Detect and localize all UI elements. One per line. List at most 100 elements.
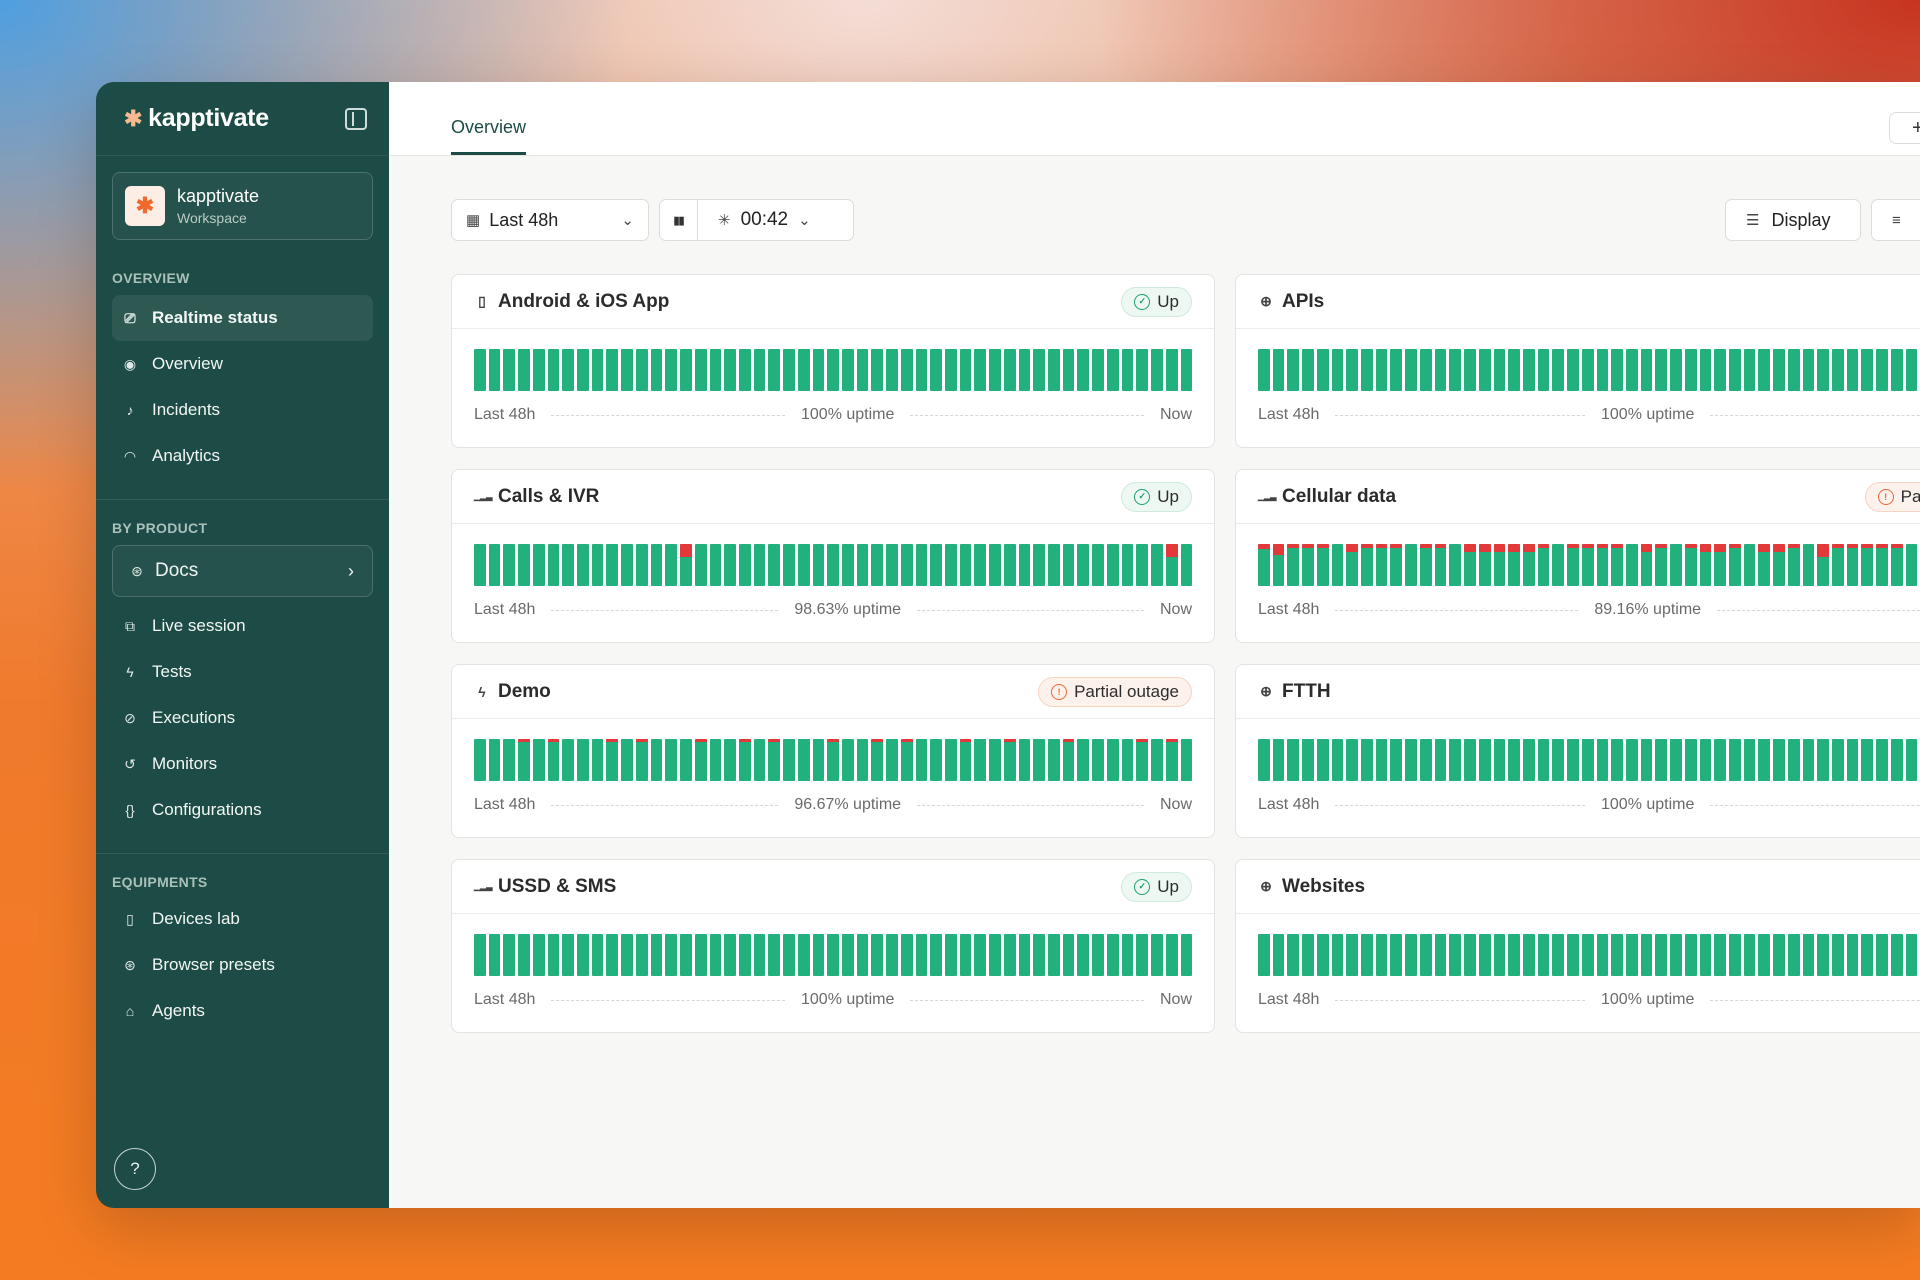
uptime-bar[interactable] <box>915 349 928 391</box>
uptime-bar[interactable] <box>1478 934 1491 976</box>
uptime-bar[interactable] <box>738 349 751 391</box>
uptime-bar[interactable] <box>503 349 516 391</box>
uptime-bar[interactable] <box>1136 544 1149 586</box>
refresh-timer-select[interactable]: ✳ 00:42 ⌄ <box>698 209 853 231</box>
uptime-bar[interactable] <box>930 349 942 391</box>
uptime-bar[interactable] <box>1684 544 1697 586</box>
uptime-bar[interactable] <box>1180 934 1193 976</box>
uptime-bar[interactable] <box>797 544 810 586</box>
uptime-bar[interactable] <box>841 544 854 586</box>
uptime-bar[interactable] <box>1522 739 1535 781</box>
uptime-bar[interactable] <box>1136 349 1149 391</box>
uptime-bar[interactable] <box>1522 934 1535 976</box>
sidebar-item-configurations[interactable]: {} Configurations <box>112 787 373 833</box>
uptime-bar[interactable] <box>827 739 839 781</box>
uptime-bar[interactable] <box>1861 349 1874 391</box>
sidebar-item-browser-presets[interactable]: ⊛ Browser presets <box>112 942 373 988</box>
uptime-bar[interactable] <box>606 349 619 391</box>
uptime-bar[interactable] <box>1121 934 1134 976</box>
uptime-bar[interactable] <box>1272 739 1285 781</box>
uptime-bar[interactable] <box>959 934 972 976</box>
uptime-bar[interactable] <box>474 349 486 391</box>
uptime-bar[interactable] <box>694 934 707 976</box>
sidebar-item-monitors[interactable]: ↺ Monitors <box>112 741 373 787</box>
uptime-bar[interactable] <box>591 349 604 391</box>
uptime-bar[interactable] <box>694 349 707 391</box>
uptime-bar[interactable] <box>1316 544 1329 586</box>
uptime-bar[interactable] <box>1655 934 1668 976</box>
uptime-bar[interactable] <box>1758 934 1771 976</box>
uptime-bar[interactable] <box>738 544 751 586</box>
uptime-bar[interactable] <box>783 349 795 391</box>
uptime-bar[interactable] <box>1106 544 1119 586</box>
uptime-bar[interactable] <box>1361 544 1373 586</box>
uptime-bar[interactable] <box>1018 349 1031 391</box>
filter-button[interactable]: ≡ <box>1871 199 1920 241</box>
uptime-bar[interactable] <box>1537 934 1550 976</box>
uptime-bar[interactable] <box>1861 544 1874 586</box>
workspace-switcher[interactable]: ✱ kapptivate Workspace <box>112 172 373 240</box>
uptime-bar[interactable] <box>518 544 530 586</box>
uptime-bar[interactable] <box>621 349 633 391</box>
uptime-bar[interactable] <box>709 934 722 976</box>
uptime-bar[interactable] <box>518 739 530 781</box>
sidebar-item-realtime-status[interactable]: ⎚ Realtime status <box>112 295 373 341</box>
uptime-bar[interactable] <box>1287 934 1300 976</box>
uptime-bar[interactable] <box>1405 544 1417 586</box>
uptime-bar[interactable] <box>1478 739 1491 781</box>
uptime-bar[interactable] <box>827 544 839 586</box>
uptime-bar[interactable] <box>1003 739 1016 781</box>
uptime-bar[interactable] <box>1890 739 1903 781</box>
uptime-bar[interactable] <box>1165 739 1178 781</box>
uptime-bar[interactable] <box>1003 934 1016 976</box>
uptime-bar[interactable] <box>1361 349 1373 391</box>
uptime-bar[interactable] <box>1048 349 1060 391</box>
uptime-bar[interactable] <box>1375 934 1388 976</box>
uptime-bar[interactable] <box>503 739 516 781</box>
uptime-bar[interactable] <box>1165 349 1178 391</box>
uptime-bar[interactable] <box>1302 934 1314 976</box>
uptime-bar[interactable] <box>871 349 884 391</box>
uptime-bar[interactable] <box>900 349 913 391</box>
uptime-bar[interactable] <box>488 544 501 586</box>
uptime-bar[interactable] <box>1876 934 1888 976</box>
uptime-bar[interactable] <box>562 544 575 586</box>
uptime-bar[interactable] <box>724 739 736 781</box>
uptime-bar[interactable] <box>915 544 928 586</box>
uptime-bar[interactable] <box>974 739 987 781</box>
uptime-bar[interactable] <box>959 544 972 586</box>
uptime-bar[interactable] <box>1316 739 1329 781</box>
uptime-bar[interactable] <box>900 739 913 781</box>
uptime-bar[interactable] <box>812 544 825 586</box>
uptime-bar[interactable] <box>1165 934 1178 976</box>
uptime-bar[interactable] <box>1773 349 1785 391</box>
sidebar-collapse-icon[interactable] <box>345 107 367 130</box>
uptime-bar[interactable] <box>1106 349 1119 391</box>
uptime-bar[interactable] <box>694 739 707 781</box>
uptime-bar[interactable] <box>1890 544 1903 586</box>
uptime-bar[interactable] <box>621 739 633 781</box>
uptime-bar[interactable] <box>1890 934 1903 976</box>
uptime-bar[interactable] <box>680 934 692 976</box>
uptime-bar[interactable] <box>1699 349 1712 391</box>
uptime-bar[interactable] <box>1405 739 1417 781</box>
uptime-bar[interactable] <box>1048 739 1060 781</box>
uptime-bar[interactable] <box>1287 349 1300 391</box>
uptime-bar[interactable] <box>1316 349 1329 391</box>
uptime-bar[interactable] <box>871 934 884 976</box>
uptime-bar[interactable] <box>474 739 486 781</box>
uptime-bar[interactable] <box>1419 544 1432 586</box>
uptime-bar[interactable] <box>989 934 1001 976</box>
uptime-bar[interactable] <box>1092 544 1104 586</box>
uptime-bar[interactable] <box>1180 349 1193 391</box>
uptime-bar[interactable] <box>1258 544 1270 586</box>
uptime-bar[interactable] <box>532 544 545 586</box>
uptime-bar[interactable] <box>1832 934 1844 976</box>
uptime-bar[interactable] <box>1062 544 1075 586</box>
uptime-bar[interactable] <box>1258 739 1270 781</box>
uptime-bar[interactable] <box>1048 934 1060 976</box>
uptime-bar[interactable] <box>577 349 589 391</box>
uptime-bar[interactable] <box>1434 934 1447 976</box>
uptime-bar[interactable] <box>1611 544 1623 586</box>
uptime-bar[interactable] <box>1331 544 1344 586</box>
